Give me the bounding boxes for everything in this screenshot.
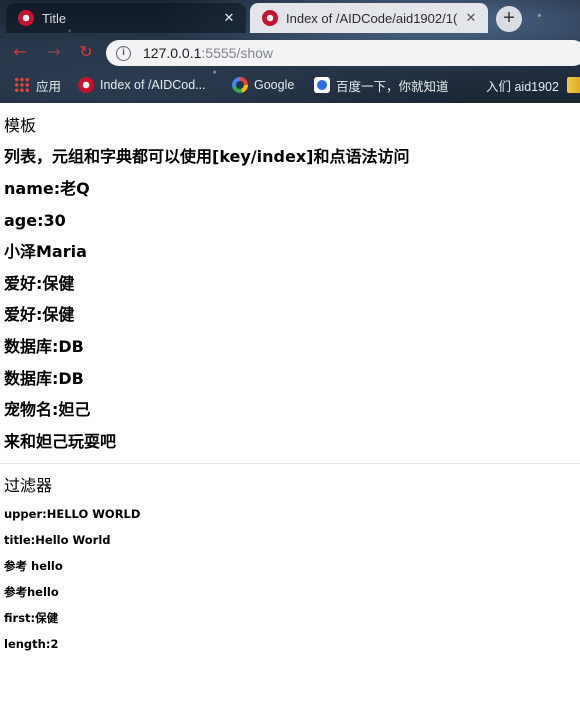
back-arrow-icon[interactable]: ← <box>10 42 30 62</box>
filter-line: 参考hello <box>4 585 59 599</box>
bookmark-label: Google <box>254 78 295 92</box>
bookmarks-bar: 应用 Index of /AIDCod... Google 百度一下，你就知道 … <box>0 68 580 103</box>
bookmark-folder-aid1902[interactable]: 入们 aid1902 <box>486 75 580 95</box>
content-line: 爱好:保健 <box>4 305 75 324</box>
tab-title[interactable]: Title ✕ <box>6 3 246 33</box>
close-icon[interactable]: ✕ <box>464 10 478 26</box>
folder-icon <box>566 77 580 93</box>
tab-strip: Title ✕ Index of /AIDCode/aid1902/1( ✕ + <box>0 0 580 36</box>
bookmark-google[interactable]: Google <box>232 75 294 95</box>
bookmark-label: Index of /AIDCod... <box>100 78 206 92</box>
content-line: name:老Q <box>4 179 90 198</box>
filter-line: first:保健 <box>4 611 59 625</box>
new-tab-button[interactable]: + <box>496 6 522 32</box>
site-favicon-icon <box>78 77 94 93</box>
address-bar[interactable]: i 127.0.0.1:5555/show <box>106 40 580 66</box>
url-host: 127.0.0.1 <box>143 45 202 61</box>
bookmark-apps[interactable]: 应用 <box>14 75 61 95</box>
apps-grid-icon <box>14 77 30 93</box>
filter-heading: 过滤器 <box>4 476 53 495</box>
bookmark-index-of-aidcode[interactable]: Index of /AIDCod... <box>78 75 206 95</box>
filter-line: title:Hello World <box>4 533 111 547</box>
content-line: 数据库:DB <box>4 369 84 388</box>
page-content: 模板 列表，元组和字典都可以使用[key/index]和点语法访问 name:老… <box>0 103 580 715</box>
content-line: 列表，元组和字典都可以使用[key/index]和点语法访问 <box>4 147 410 166</box>
content-line: 数据库:DB <box>4 337 84 356</box>
content-line: 来和妲己玩耍吧 <box>4 432 117 451</box>
content-line: 小泽Maria <box>4 242 87 261</box>
info-icon[interactable]: i <box>116 45 131 61</box>
bookmark-label: 应用 <box>36 79 62 94</box>
bookmark-label: 入们 aid1902 <box>486 79 559 94</box>
forward-arrow-icon[interactable]: → <box>44 42 64 62</box>
reload-icon[interactable]: ↻ <box>76 42 96 62</box>
bookmark-baidu[interactable]: 百度一下，你就知道 <box>314 75 449 95</box>
filter-line: upper:HELLO WORLD <box>4 507 141 521</box>
tab-label: Index of /AIDCode/aid1902/1( <box>286 10 458 26</box>
tab-label: Title <box>42 10 67 26</box>
template-heading: 模板 <box>4 116 37 135</box>
bookmark-label: 百度一下，你就知道 <box>336 79 449 94</box>
google-icon <box>232 77 248 93</box>
site-favicon-icon <box>18 10 34 26</box>
content-line: age:30 <box>4 211 66 230</box>
browser-chrome: Title ✕ Index of /AIDCode/aid1902/1( ✕ +… <box>0 0 580 103</box>
site-favicon-icon <box>262 10 278 26</box>
baidu-icon <box>314 77 330 93</box>
tab-index-of-aidcode[interactable]: Index of /AIDCode/aid1902/1( ✕ <box>250 3 488 33</box>
url-path: :5555/show <box>201 45 273 61</box>
browser-toolbar: ← → ↻ i 127.0.0.1:5555/show <box>0 36 580 68</box>
content-line: 宠物名:妲己 <box>4 400 91 419</box>
divider <box>0 463 580 464</box>
filter-line: 参考 hello <box>4 559 63 573</box>
close-icon[interactable]: ✕ <box>222 10 236 26</box>
filter-line: length:2 <box>4 637 59 651</box>
content-line: 爱好:保健 <box>4 274 75 293</box>
